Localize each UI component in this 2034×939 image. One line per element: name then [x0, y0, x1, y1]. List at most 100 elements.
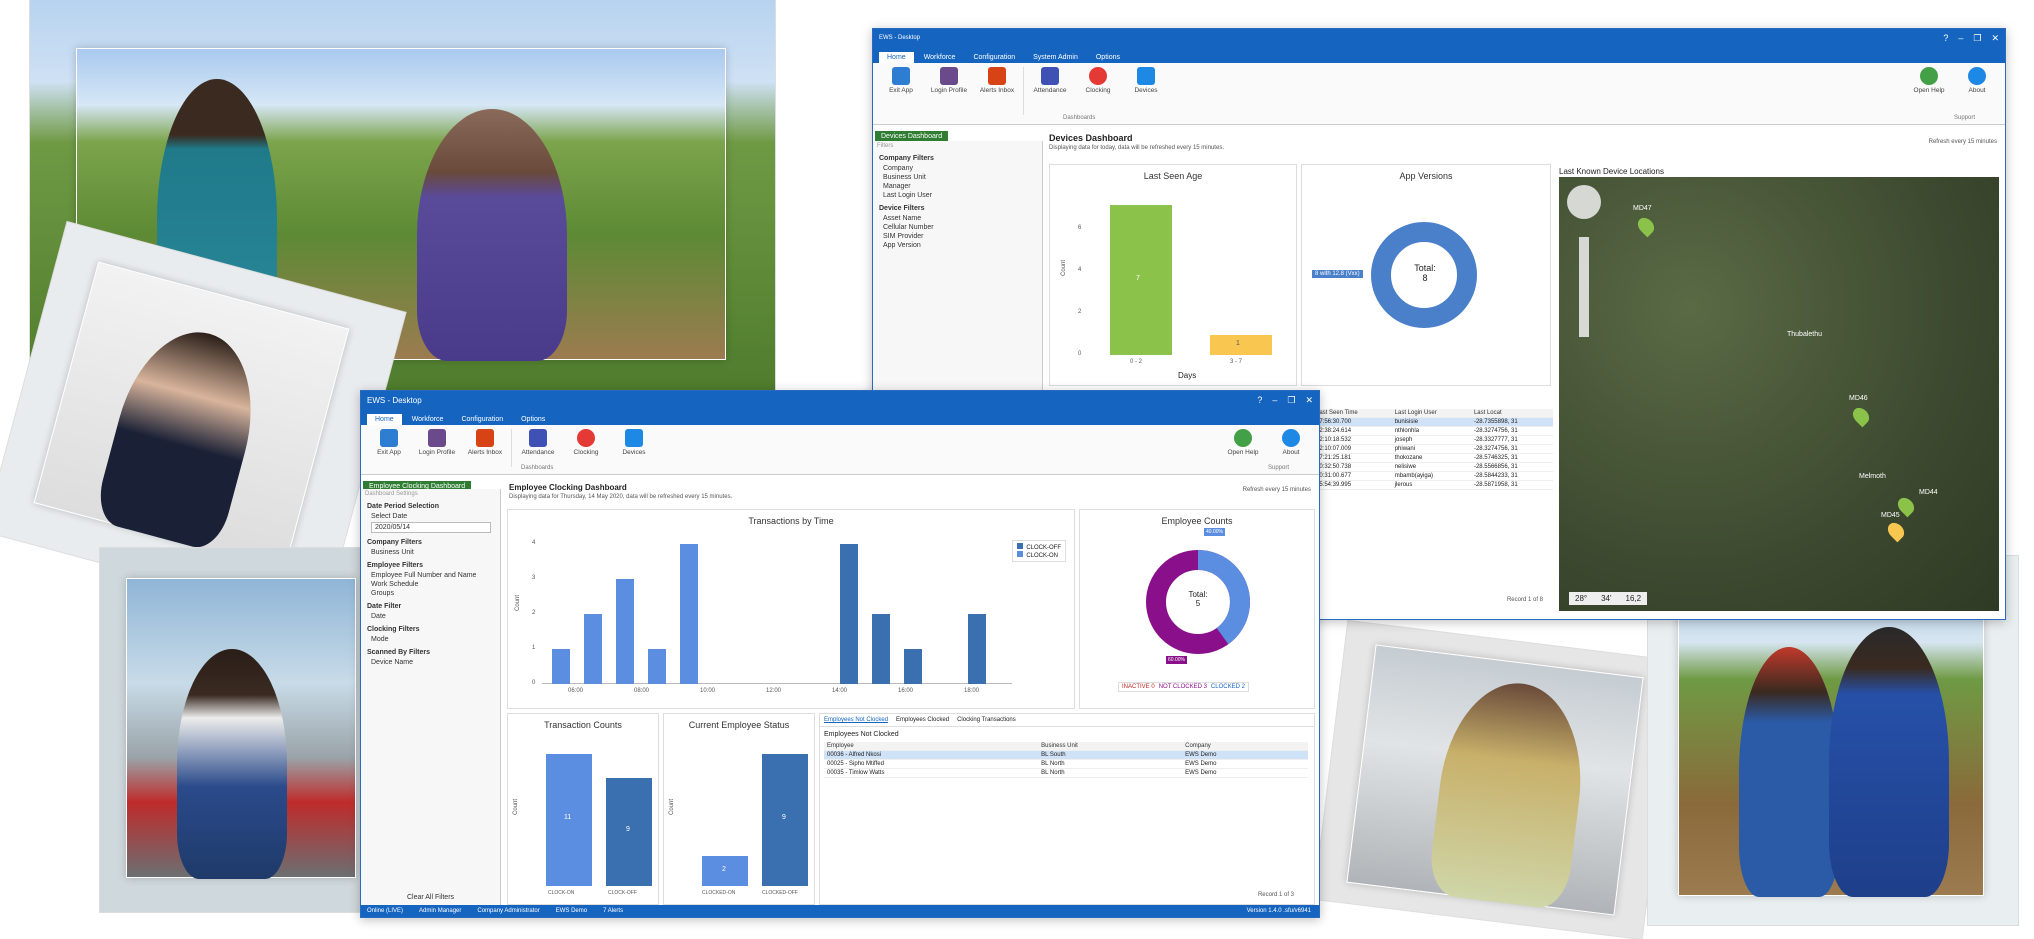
login-profile-button[interactable]: Login Profile: [415, 429, 459, 456]
attendance-button[interactable]: Attendance: [516, 429, 560, 456]
tab-clocking-transactions[interactable]: Clocking Transactions: [957, 717, 1016, 723]
current-employee-status-chart: Current Employee Status Count 2 9 CLOCKE…: [663, 713, 815, 905]
table-row[interactable]: 00025 - Sipho Mtiffed BL North EWS Demo: [824, 759, 1309, 769]
table-row[interactable]: 07:21:25.181 thokozane -28.5746325, 31: [1313, 453, 1553, 463]
filter-cellular-number[interactable]: Cellular Number: [883, 224, 1042, 231]
user-icon: [428, 429, 446, 447]
table-row[interactable]: 12:10:18.532 joseph -28.3327777, 31: [1313, 435, 1553, 445]
devices-button[interactable]: Devices: [612, 429, 656, 456]
close-icon[interactable]: ✕: [1991, 33, 1999, 44]
devices-button[interactable]: Devices: [1124, 67, 1168, 94]
filter-sim-provider[interactable]: SIM Provider: [883, 233, 1042, 240]
filter-groups[interactable]: Groups: [371, 590, 500, 597]
date-input[interactable]: 2020/05/14: [371, 522, 491, 533]
menu-system-admin[interactable]: System Admin: [1025, 52, 1086, 63]
filter-employee-full-number[interactable]: Employee Full Number and Name: [371, 572, 500, 579]
list-pager[interactable]: Record 1 of 3: [1258, 892, 1294, 898]
table-row[interactable]: 20:32:50.738 nelisiwe -28.5566856, 31: [1313, 462, 1553, 472]
menu-options[interactable]: Options: [1088, 52, 1128, 63]
menu-configuration[interactable]: Configuration: [453, 414, 511, 425]
y-tick: 4: [1078, 267, 1082, 273]
tbt-bar: [872, 614, 890, 684]
menu-workforce[interactable]: Workforce: [916, 52, 964, 63]
col-last-login-user[interactable]: Last Login User: [1391, 409, 1471, 418]
about-button[interactable]: About: [1269, 429, 1313, 456]
restore-icon[interactable]: ❐: [1287, 395, 1295, 406]
y-tick: 3: [532, 575, 536, 581]
map-pin-md45[interactable]: [1884, 519, 1908, 543]
filter-date[interactable]: Date: [371, 613, 500, 620]
bar-value: 1: [1236, 340, 1240, 347]
filter-manager[interactable]: Manager: [883, 183, 1042, 190]
col-company[interactable]: Company: [1182, 742, 1309, 751]
person-officeworker: [1426, 675, 1593, 911]
ribbon-separator: [511, 429, 512, 467]
list-title: Employees Not Clocked: [824, 731, 899, 738]
tbt-bar: [680, 544, 698, 684]
help-icon[interactable]: ?: [1257, 395, 1262, 406]
menu-configuration[interactable]: Configuration: [965, 52, 1023, 63]
bar-value: 7: [1136, 275, 1140, 282]
table-row[interactable]: 00036 - Alfred Nkosi BL South EWS Demo: [824, 750, 1309, 760]
filter-app-version[interactable]: App Version: [883, 242, 1042, 249]
alerts-inbox-button[interactable]: Alerts Inbox: [975, 67, 1019, 94]
refresh-dropdown[interactable]: Refresh every 15 minutes: [1929, 139, 1997, 145]
clear-all-filters-button[interactable]: Clear All Filters: [361, 894, 500, 901]
help-icon[interactable]: ?: [1943, 33, 1948, 44]
filter-business-unit[interactable]: Business Unit: [371, 549, 500, 556]
device-map[interactable]: MD47 MD46 MD44 MD45 Thubalethu Melmoth 2…: [1559, 177, 1999, 611]
filter-mode[interactable]: Mode: [371, 636, 500, 643]
map-pin-md46[interactable]: [1849, 404, 1873, 428]
map-zoom-slider[interactable]: [1579, 237, 1589, 337]
open-help-button[interactable]: Open Help: [1907, 67, 1951, 94]
col-last-seen-time[interactable]: Last Seen Time: [1313, 409, 1392, 418]
menu-home[interactable]: Home: [879, 52, 914, 63]
about-button[interactable]: About: [1955, 67, 1999, 94]
login-profile-button[interactable]: Login Profile: [927, 67, 971, 94]
col-employee[interactable]: Employee: [824, 742, 1039, 751]
table-row[interactable]: 12:38:24.614 nthlonhla -28.3274756, 31: [1313, 426, 1553, 436]
refresh-dropdown[interactable]: Refresh every 15 minutes: [1243, 487, 1311, 493]
exit-app-button[interactable]: Exit App: [367, 429, 411, 456]
open-help-button[interactable]: Open Help: [1221, 429, 1265, 456]
table-row[interactable]: 20:31:00.677 mbamb(ayiga) -28.5844233, 31: [1313, 471, 1553, 481]
filter-company[interactable]: Company: [883, 165, 1042, 172]
alerts-inbox-button[interactable]: Alerts Inbox: [463, 429, 507, 456]
legend-not-clocked: NOT CLOCKED 3: [1158, 684, 1207, 690]
filter-business-unit[interactable]: Business Unit: [883, 174, 1042, 181]
col-business-unit[interactable]: Business Unit: [1038, 742, 1183, 751]
table-pager[interactable]: Record 1 of 8: [1507, 597, 1543, 603]
cell: thokozane: [1391, 453, 1471, 463]
clocking-button[interactable]: Clocking: [564, 429, 608, 456]
close-icon[interactable]: ✕: [1305, 395, 1313, 406]
minimize-icon[interactable]: –: [1272, 395, 1277, 406]
minimize-icon[interactable]: –: [1958, 33, 1963, 44]
table-row[interactable]: 12:10:07.009 phiwani -28.3274756, 31: [1313, 444, 1553, 454]
about-label: About: [1968, 87, 1986, 94]
attendance-icon: [1041, 67, 1059, 85]
filter-asset-name[interactable]: Asset Name: [883, 215, 1042, 222]
filter-work-schedule[interactable]: Work Schedule: [371, 581, 500, 588]
x-tick: 16:00: [898, 688, 914, 694]
restore-icon[interactable]: ❐: [1973, 33, 1981, 44]
table-row[interactable]: 15:54:39.995 jlerous -28.5871958, 31: [1313, 480, 1553, 490]
ribbon-separator: [1023, 67, 1024, 115]
map-pin-md47[interactable]: [1634, 214, 1658, 238]
bar-0-2: 7: [1110, 205, 1172, 355]
table-row[interactable]: 00035 - Timlow Watts BL North EWS Demo: [824, 768, 1309, 778]
table-row[interactable]: 17:56:30.700 bunisisie -28.7355898, 31: [1313, 417, 1553, 427]
menu-home[interactable]: Home: [367, 414, 402, 425]
attendance-button[interactable]: Attendance: [1028, 67, 1072, 94]
filter-last-login-user[interactable]: Last Login User: [883, 192, 1042, 199]
status-alerts[interactable]: 7 Alerts: [603, 908, 623, 914]
menu-workforce[interactable]: Workforce: [404, 414, 452, 425]
tab-employees-not-clocked[interactable]: Employees Not Clocked: [824, 717, 888, 723]
cell: 00035 - Timlow Watts: [824, 768, 1039, 778]
map-pan-control[interactable]: [1567, 185, 1601, 219]
clocking-button[interactable]: Clocking: [1076, 67, 1120, 94]
filter-device-name[interactable]: Device Name: [371, 659, 500, 666]
col-last-location[interactable]: Last Locat: [1470, 409, 1553, 418]
tab-employees-clocked[interactable]: Employees Clocked: [896, 717, 949, 723]
exit-app-button[interactable]: Exit App: [879, 67, 923, 94]
menu-options[interactable]: Options: [513, 414, 553, 425]
